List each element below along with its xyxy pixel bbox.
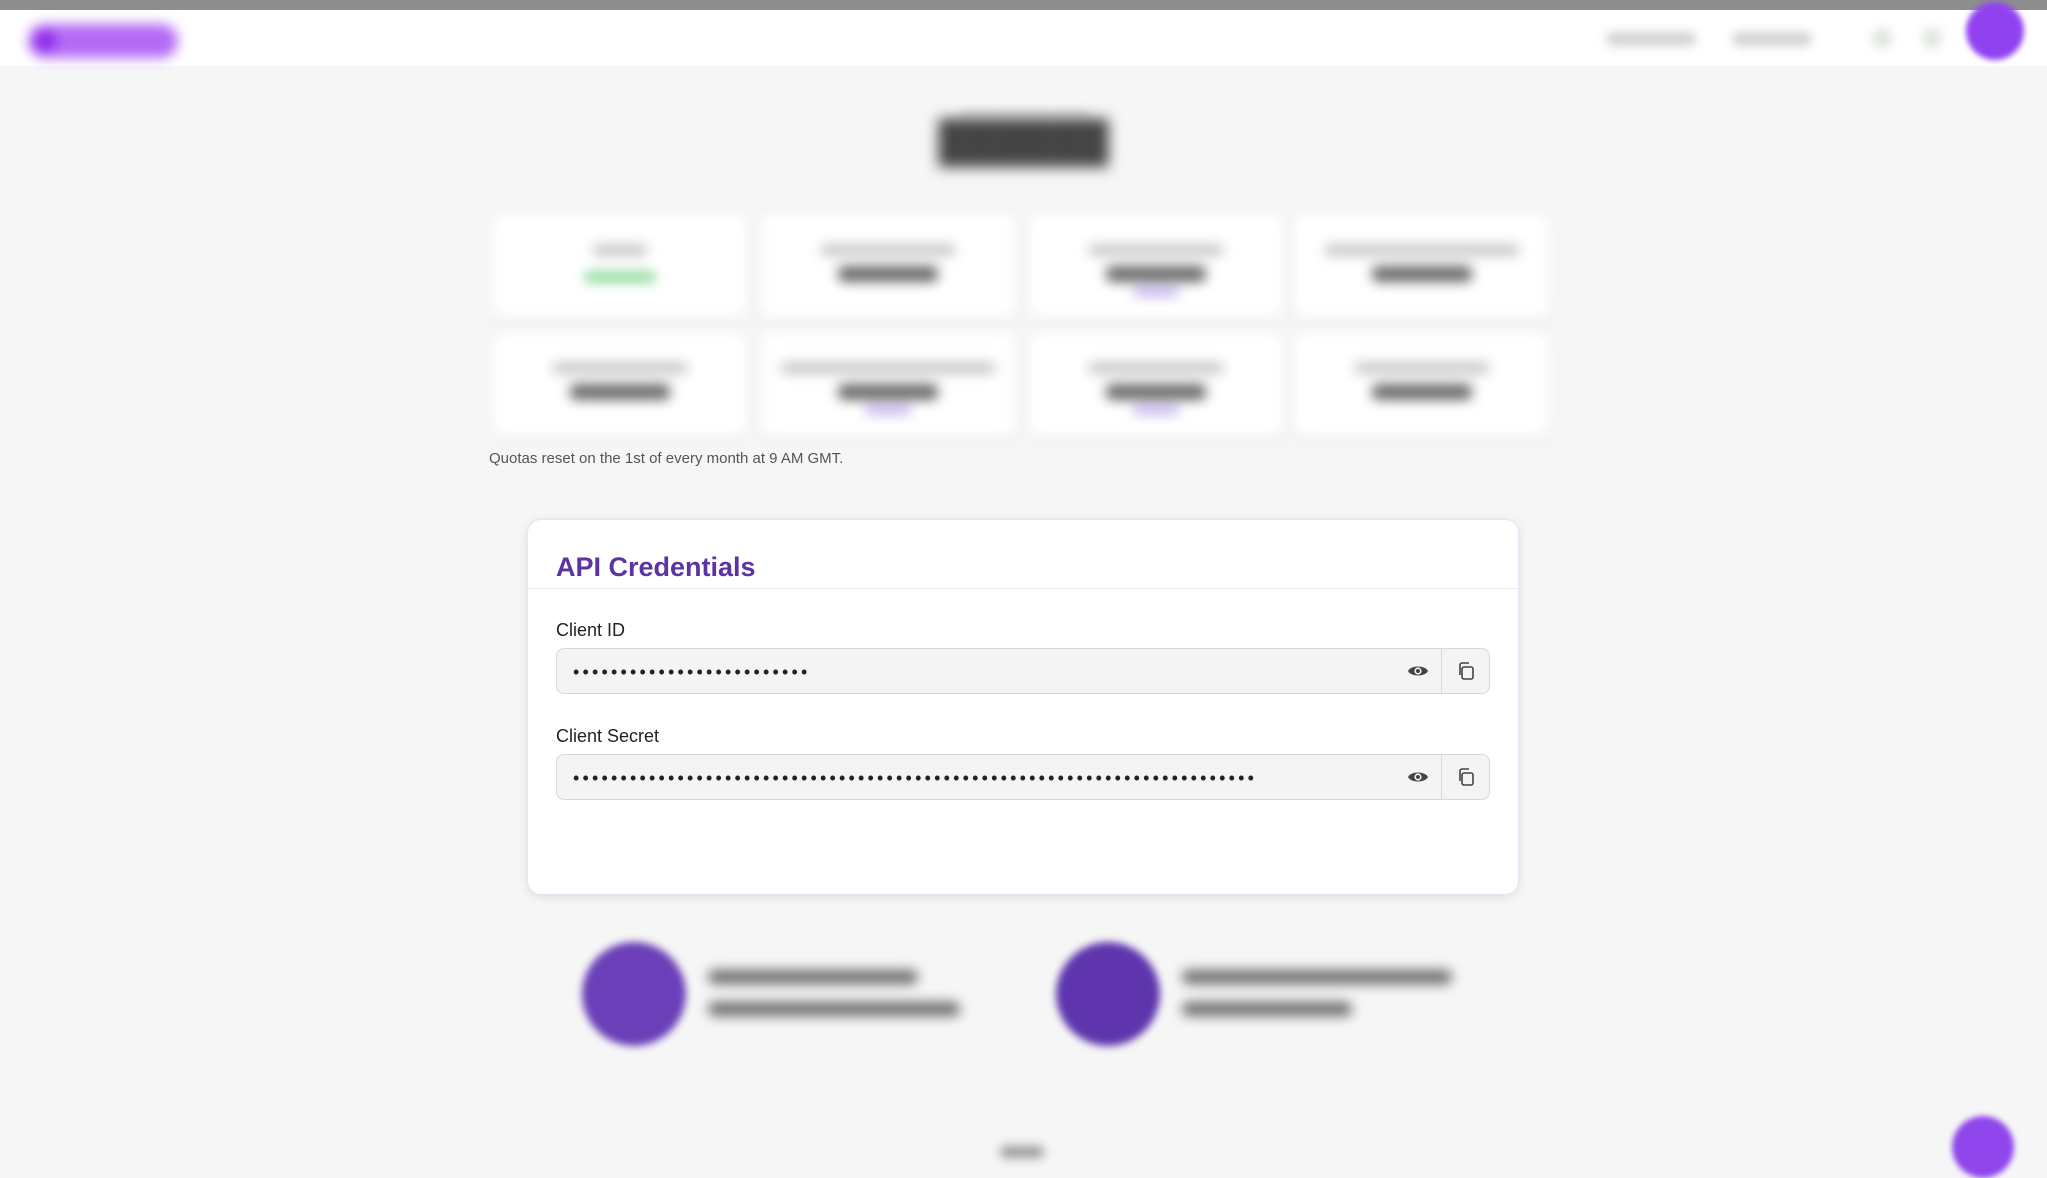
client-secret-field[interactable]: ••••••••••••••••••••••••••••••••••••••••… [556,754,1490,800]
copy-icon[interactable] [1442,755,1489,799]
top-bar [0,0,2047,66]
eye-icon[interactable] [1395,755,1441,799]
feature-icon [582,942,686,1046]
feature-text [708,970,918,984]
client-secret-label: Client Secret [556,726,660,746]
panel-divider [528,588,1518,589]
eye-icon[interactable] [1395,649,1441,693]
nav-link-2[interactable] [1732,32,1812,46]
feature-text [708,1002,960,1016]
notification-icon[interactable] [1872,28,1892,48]
chat-launcher-icon[interactable] [1952,1116,2014,1178]
stat-card [1028,332,1284,436]
feature-icon [1056,942,1160,1046]
client-id-value: ••••••••••••••••••••••••• [573,662,811,682]
brand-logo[interactable] [28,24,178,58]
copy-icon[interactable] [1442,649,1489,693]
client-id-label: Client ID [556,620,626,640]
footer-text [1000,1146,1044,1158]
feature-text [1182,1002,1352,1016]
stat-card [760,332,1016,436]
stat-card [760,214,1016,318]
stat-card [1028,214,1284,318]
stat-card [1294,332,1550,436]
page-subtitle [960,110,1090,118]
stat-card [1294,214,1550,318]
feature-text [1182,970,1452,984]
panel-title: API Credentials [556,552,756,582]
user-avatar[interactable] [1966,2,2024,60]
client-secret-value: ••••••••••••••••••••••••••••••••••••••••… [573,768,1258,788]
page-title: ██████ [938,120,1109,164]
client-id-field[interactable]: ••••••••••••••••••••••••• [556,648,1490,694]
quota-reset-note: Quotas reset on the 1st of every month a… [489,450,844,467]
help-icon[interactable] [1922,28,1942,48]
nav-link-1[interactable] [1606,32,1696,46]
stat-card [492,332,748,436]
stat-card [492,214,748,318]
api-credentials-panel: API Credentials Client ID ••••••••••••••… [527,519,1519,895]
